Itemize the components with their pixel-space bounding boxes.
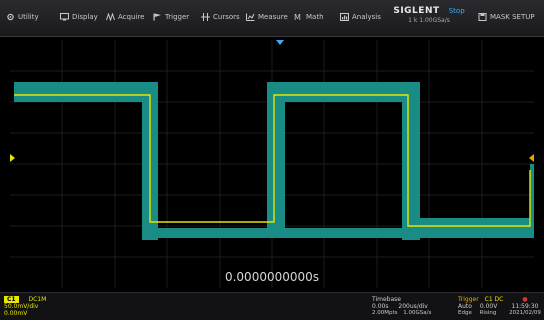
timebase-info-box[interactable]: Timebase 0.00s 200us/div 2.00Mpts 1.00GS…: [372, 296, 460, 318]
clock-date: 2021/02/09: [509, 310, 541, 316]
brand-area: SIGLENT Stop 1 k 1.00GSa/s: [388, 4, 470, 32]
menu-math[interactable]: M Math: [294, 9, 324, 25]
measure-icon: [246, 13, 255, 21]
waveform-display[interactable]: 0.0000000000s: [10, 40, 534, 288]
svg-text:M: M: [294, 13, 301, 21]
menu-utility[interactable]: Utility: [6, 9, 39, 25]
menu-analysis-label: Analysis: [352, 13, 381, 21]
trigger-icon: [153, 13, 162, 21]
mask-setup-label: MASK SETUP: [490, 13, 535, 21]
sample-rate: 1 k 1.00GSa/s: [408, 17, 450, 24]
trigger-level-marker[interactable]: [529, 154, 534, 162]
status-bar: C1 DC1M 50.0mV/div 0.00mV Timebase 0.00s…: [0, 292, 544, 320]
acquire-icon: [106, 13, 115, 21]
save-icon: [478, 13, 487, 21]
display-icon: [60, 13, 69, 21]
analysis-icon: [340, 13, 349, 21]
oscilloscope-screen: Utility Display Acquire Trigger Cursors …: [0, 0, 544, 320]
menu-trigger-label: Trigger: [165, 13, 190, 21]
trigger-position-marker[interactable]: [276, 40, 284, 45]
menu-cursors[interactable]: Cursors: [201, 9, 240, 25]
menu-trigger[interactable]: Trigger: [153, 9, 189, 25]
timebase-rate: 1.00GSa/s: [403, 310, 432, 316]
ch1-scale: 50.0mV/div: [4, 303, 39, 310]
ch1-info-box[interactable]: C1 DC1M 50.0mV/div 0.00mV: [4, 296, 84, 318]
clock-box: ● 11:59:30 2021/02/09: [508, 296, 542, 318]
waveform-svg: [10, 40, 534, 288]
menu-utility-label: Utility: [18, 13, 39, 21]
trigger-channel: C1 DC: [484, 296, 504, 303]
ch1-offset: 0.00mV: [4, 310, 28, 317]
trigger-slope: Rising: [479, 310, 497, 316]
timebase-memory: 2.00Mpts: [372, 310, 398, 316]
cursor-time-readout: 0.0000000000s: [224, 270, 320, 284]
mask-setup-button[interactable]: MASK SETUP: [478, 9, 535, 25]
trigger-title: Trigger: [458, 296, 479, 303]
menu-cursors-label: Cursors: [213, 13, 240, 21]
trigger-info-box[interactable]: Trigger C1 DC Auto 0.00V Edge Rising: [458, 296, 508, 318]
clock-time: 11:59:30: [511, 303, 539, 310]
acquisition-status: Stop: [448, 7, 465, 15]
menu-acquire-label: Acquire: [118, 13, 145, 21]
trigger-level: 0.00V: [479, 303, 498, 310]
brand-name: SIGLENT: [393, 6, 440, 16]
timebase-delay: 0.00s: [372, 303, 389, 310]
menu-math-label: Math: [306, 13, 324, 21]
trigger-mode: Auto: [458, 303, 472, 310]
ch1-coupling: DC1M: [28, 296, 47, 303]
network-icon: ●: [522, 296, 528, 303]
menu-acquire[interactable]: Acquire: [106, 9, 144, 25]
ch1-offset-marker[interactable]: [10, 154, 15, 162]
menu-measure[interactable]: Measure: [246, 9, 288, 25]
timebase-title: Timebase: [372, 296, 401, 303]
ch1-badge: C1: [4, 296, 19, 303]
menu-bar: Utility Display Acquire Trigger Cursors …: [0, 0, 544, 37]
cursors-icon: [201, 13, 210, 21]
menu-display-label: Display: [72, 13, 98, 21]
menu-display[interactable]: Display: [60, 9, 98, 25]
gear-icon: [6, 13, 15, 21]
menu-measure-label: Measure: [258, 13, 288, 21]
menu-analysis[interactable]: Analysis: [340, 9, 381, 25]
timebase-scale: 200us/div: [398, 303, 428, 310]
trigger-type: Edge: [458, 310, 472, 316]
math-icon: M: [294, 13, 303, 21]
